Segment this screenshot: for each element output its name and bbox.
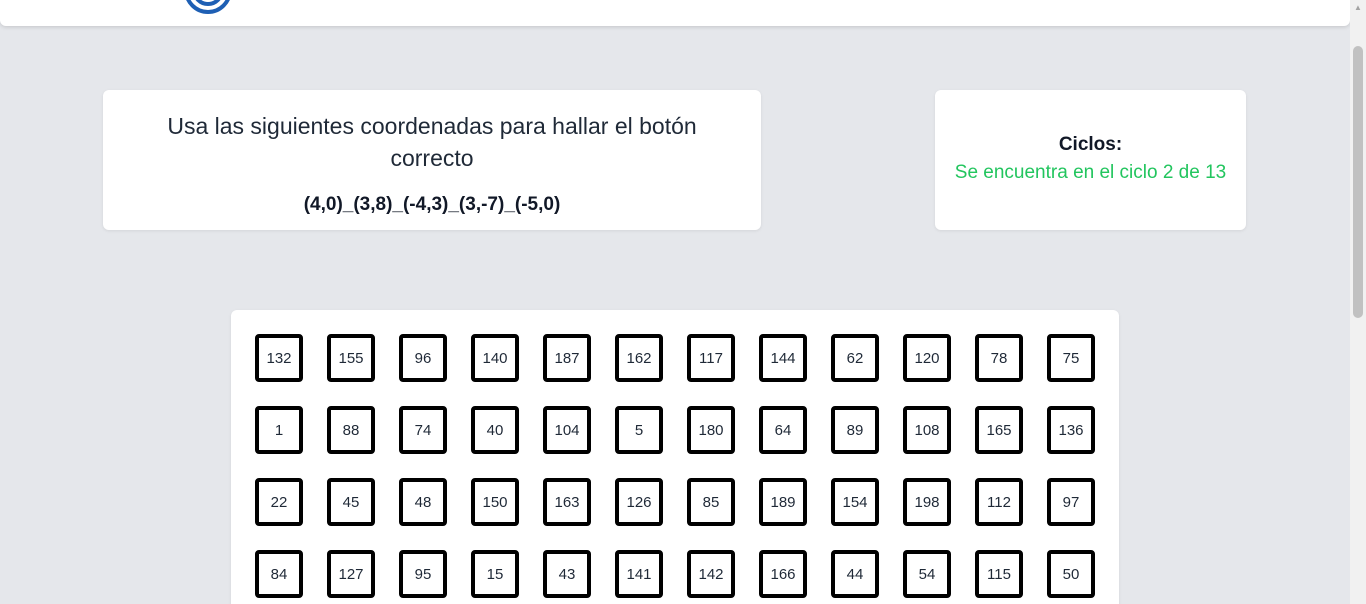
number-button[interactable]: 117: [687, 334, 735, 382]
top-navbar: [0, 0, 1350, 26]
number-button[interactable]: 126: [615, 478, 663, 526]
number-button[interactable]: 89: [831, 406, 879, 454]
number-button[interactable]: 44: [831, 550, 879, 598]
number-button[interactable]: 64: [759, 406, 807, 454]
number-button[interactable]: 154: [831, 478, 879, 526]
page: Usa las siguientes coordenadas para hall…: [0, 0, 1366, 604]
coordinates-text: (4,0)_(3,8)_(-4,3)_(3,-7)_(-5,0): [303, 194, 561, 215]
brand-logo-icon[interactable]: [178, 0, 236, 18]
number-button[interactable]: 88: [327, 406, 375, 454]
scroll-up-arrow-icon[interactable]: ▲: [1350, 0, 1366, 16]
number-button[interactable]: 62: [831, 334, 879, 382]
number-button[interactable]: 54: [903, 550, 951, 598]
number-button[interactable]: 120: [903, 334, 951, 382]
number-button[interactable]: 115: [975, 550, 1023, 598]
instruction-card: Usa las siguientes coordenadas para hall…: [103, 90, 761, 230]
number-button[interactable]: 95: [399, 550, 447, 598]
number-button[interactable]: 189: [759, 478, 807, 526]
button-grid-card: 132 155 96 140 187 162 117 144 62 120 78 75 1 88 74 40 1…: [231, 310, 1119, 604]
number-button[interactable]: 136: [1047, 406, 1095, 454]
number-button[interactable]: 96: [399, 334, 447, 382]
number-button[interactable]: 142: [687, 550, 735, 598]
number-button[interactable]: 43: [543, 550, 591, 598]
number-button[interactable]: 78: [975, 334, 1023, 382]
number-button[interactable]: 97: [1047, 478, 1095, 526]
number-button[interactable]: 127: [327, 550, 375, 598]
number-button[interactable]: 112: [975, 478, 1023, 526]
number-button[interactable]: 198: [903, 478, 951, 526]
number-button[interactable]: 45: [327, 478, 375, 526]
number-button[interactable]: 48: [399, 478, 447, 526]
number-button[interactable]: 155: [327, 334, 375, 382]
number-button[interactable]: 144: [759, 334, 807, 382]
number-button[interactable]: 187: [543, 334, 591, 382]
number-button[interactable]: 50: [1047, 550, 1095, 598]
number-button[interactable]: 5: [615, 406, 663, 454]
cycles-status: Se encuentra en el ciclo 2 de 13: [954, 162, 1227, 183]
number-button[interactable]: 166: [759, 550, 807, 598]
cycles-label: Ciclos:: [1058, 134, 1123, 155]
number-button[interactable]: 108: [903, 406, 951, 454]
number-button[interactable]: 132: [255, 334, 303, 382]
number-button[interactable]: 15: [471, 550, 519, 598]
vertical-scrollbar[interactable]: ▲: [1350, 0, 1366, 604]
cycles-card: Ciclos: Se encuentra en el ciclo 2 de 13: [935, 90, 1246, 230]
number-button[interactable]: 40: [471, 406, 519, 454]
instruction-text: Usa las siguientes coordenadas para hall…: [167, 113, 697, 171]
number-button[interactable]: 150: [471, 478, 519, 526]
number-button[interactable]: 162: [615, 334, 663, 382]
number-button[interactable]: 84: [255, 550, 303, 598]
number-button[interactable]: 75: [1047, 334, 1095, 382]
number-button[interactable]: 180: [687, 406, 735, 454]
number-button[interactable]: 141: [615, 550, 663, 598]
number-button[interactable]: 1: [255, 406, 303, 454]
number-button[interactable]: 163: [543, 478, 591, 526]
number-button-grid: 132 155 96 140 187 162 117 144 62 120 78 75 1 88 74 40 1…: [255, 334, 1095, 598]
number-button[interactable]: 104: [543, 406, 591, 454]
number-button[interactable]: 22: [255, 478, 303, 526]
number-button[interactable]: 85: [687, 478, 735, 526]
scrollbar-thumb[interactable]: [1353, 46, 1363, 318]
number-button[interactable]: 165: [975, 406, 1023, 454]
number-button[interactable]: 140: [471, 334, 519, 382]
number-button[interactable]: 74: [399, 406, 447, 454]
